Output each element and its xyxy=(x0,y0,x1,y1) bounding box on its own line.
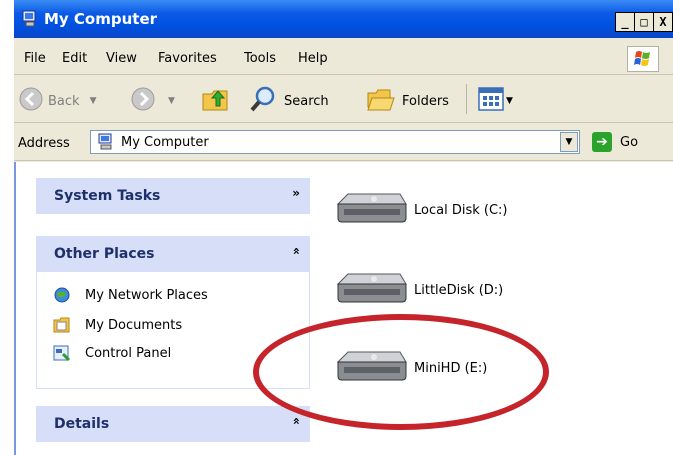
back-label: Back xyxy=(48,93,80,109)
other-places-title: Other Places xyxy=(54,246,155,262)
collapse-chevron-icon[interactable]: » xyxy=(289,417,303,425)
search-icon xyxy=(248,85,278,117)
documents-folder-icon xyxy=(53,316,71,334)
back-arrow-icon xyxy=(18,86,44,116)
minimize-button[interactable]: _ xyxy=(615,12,635,32)
go-arrow-icon: ➔ xyxy=(592,132,612,152)
system-tasks-panel: System Tasks » xyxy=(36,178,310,214)
back-button[interactable]: Back ▼ xyxy=(18,86,96,116)
system-tasks-header[interactable]: System Tasks » xyxy=(36,178,310,214)
highlight-oval xyxy=(253,314,549,430)
details-title: Details xyxy=(54,416,110,432)
control-panel-icon xyxy=(53,344,71,362)
forward-arrow-icon xyxy=(130,86,156,116)
place-label: Control Panel xyxy=(85,345,172,361)
close-button[interactable]: X xyxy=(653,12,673,32)
go-label: Go xyxy=(620,134,639,150)
place-label: My Documents xyxy=(85,317,183,333)
views-icon xyxy=(478,87,504,115)
up-folder-icon xyxy=(200,84,232,118)
my-computer-icon xyxy=(22,10,38,32)
place-control-panel[interactable]: Control Panel xyxy=(53,344,171,362)
menu-view[interactable]: View xyxy=(106,51,137,66)
back-dropdown-icon[interactable]: ▼ xyxy=(90,96,97,106)
my-computer-small-icon xyxy=(97,133,115,155)
toolbar-separator xyxy=(466,84,467,114)
collapse-chevron-icon[interactable]: » xyxy=(289,247,303,255)
drive-label: Local Disk (C:) xyxy=(414,202,508,218)
place-my-documents[interactable]: My Documents xyxy=(53,316,182,334)
folders-icon xyxy=(366,85,396,117)
place-my-network-places[interactable]: My Network Places xyxy=(53,286,208,304)
system-tasks-title: System Tasks xyxy=(54,188,161,204)
place-label: My Network Places xyxy=(85,287,208,303)
menu-tools[interactable]: Tools xyxy=(244,51,276,66)
details-header[interactable]: Details » xyxy=(36,406,310,442)
address-dropdown-icon[interactable]: ▼ xyxy=(560,132,578,152)
expand-chevron-icon[interactable]: » xyxy=(292,186,300,200)
other-places-header[interactable]: Other Places » xyxy=(36,236,310,272)
up-folder-button[interactable] xyxy=(200,84,232,118)
details-panel: Details » xyxy=(36,406,310,442)
drive-d[interactable]: LittleDisk (D:) xyxy=(334,270,503,310)
windows-logo-icon xyxy=(627,46,659,72)
address-label: Address xyxy=(18,136,70,151)
forward-dropdown-icon[interactable]: ▼ xyxy=(168,96,175,106)
address-bar: Address My Computer ▼ ➔ Go xyxy=(14,124,673,161)
window-controls: _ □ X xyxy=(615,12,673,32)
menu-favorites[interactable]: Favorites xyxy=(158,51,217,66)
folders-button[interactable]: Folders xyxy=(366,85,449,117)
network-places-icon xyxy=(53,286,71,304)
task-pane: System Tasks » Other Places » My Network… xyxy=(16,162,322,455)
window-title: My Computer xyxy=(44,10,158,28)
menu-bar: File Edit View Favorites Tools Help xyxy=(14,40,673,75)
search-button[interactable]: Search xyxy=(248,85,329,117)
standard-toolbar: Back ▼ ▼ Search Folders ▼ xyxy=(14,76,673,123)
title-bar[interactable]: My Computer _ □ X xyxy=(14,0,673,38)
forward-button[interactable]: ▼ xyxy=(130,86,175,116)
folders-label: Folders xyxy=(402,93,449,109)
drive-label: LittleDisk (D:) xyxy=(414,282,504,298)
menu-help[interactable]: Help xyxy=(298,51,328,66)
menu-file[interactable]: File xyxy=(24,51,46,66)
search-label: Search xyxy=(284,93,329,109)
go-button[interactable]: ➔ Go xyxy=(592,132,638,152)
menu-edit[interactable]: Edit xyxy=(62,51,87,66)
maximize-button[interactable]: □ xyxy=(634,12,654,32)
address-value: My Computer xyxy=(121,135,209,150)
hard-disk-icon xyxy=(334,190,414,230)
views-dropdown-icon[interactable]: ▼ xyxy=(506,96,513,106)
address-input[interactable]: My Computer ▼ xyxy=(90,130,580,154)
views-button[interactable]: ▼ xyxy=(478,87,513,115)
drive-c[interactable]: Local Disk (C:) xyxy=(334,190,507,230)
hard-disk-icon xyxy=(334,270,414,310)
